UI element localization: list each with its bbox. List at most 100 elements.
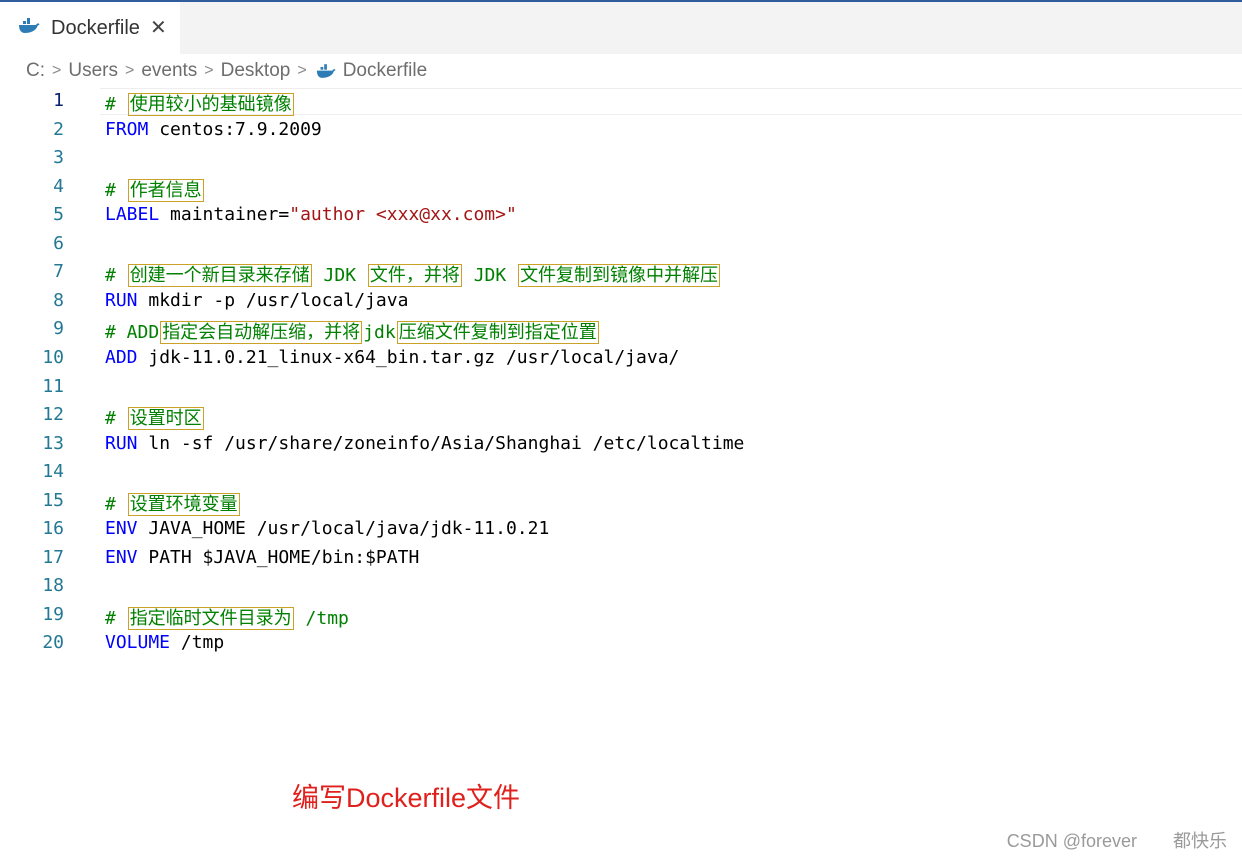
line-number: 1	[53, 90, 64, 111]
comment-token: 设置时区	[127, 407, 204, 431]
code-line[interactable]: 19 # 指定临时文件目录为 /tmp	[0, 601, 1242, 630]
line-number: 15	[42, 489, 64, 511]
code-line[interactable]: 11	[0, 373, 1242, 401]
text-token: ln -sf /usr/share/zoneinfo/Asia/Shanghai…	[137, 432, 745, 454]
comment-token: 指定会自动解压缩，并将	[160, 321, 363, 345]
line-number: 13	[42, 432, 64, 454]
line-number: 2	[53, 118, 64, 140]
code-text: FROM centos:7.9.2009	[105, 119, 322, 140]
breadcrumb-separator: >	[124, 62, 135, 79]
line-number: 20	[42, 632, 64, 654]
text-token: mkdir -p /usr/local/java	[137, 289, 409, 311]
breadcrumb-dockerfile[interactable]: Dockerfile	[343, 60, 427, 82]
breadcrumb-events[interactable]: events	[141, 60, 197, 82]
line-number: 14	[42, 461, 64, 483]
line-number: 9	[53, 318, 64, 340]
line-number: 3	[53, 147, 64, 169]
code-text: # 使用较小的基础镜像	[105, 90, 295, 116]
code-line[interactable]: 4 # 作者信息	[0, 173, 1242, 202]
code-line[interactable]: 1 # 使用较小的基础镜像	[0, 87, 1242, 116]
code-line[interactable]: 8 RUN mkdir -p /usr/local/java	[0, 287, 1242, 315]
comment-token: 文件，并将	[367, 264, 462, 288]
tab-label: Dockerfile	[51, 17, 140, 39]
line-number: 10	[42, 346, 64, 368]
editor-tab-bar: Dockerfile ✕	[0, 2, 1242, 54]
comment-token: jdk	[363, 322, 396, 344]
watermark: CSDN @forever 都快乐	[1006, 831, 1227, 851]
line-number: 19	[42, 603, 64, 625]
keyword-token: RUN	[105, 432, 138, 454]
close-tab-icon[interactable]: ✕	[150, 15, 167, 40]
code-line[interactable]: 20 VOLUME /tmp	[0, 629, 1242, 657]
code-line[interactable]: 10 ADD jdk-11.0.21_linux-x64_bin.tar.gz /…	[0, 344, 1242, 372]
code-text: ENV JAVA_HOME /usr/local/java/jdk-11.0.2…	[105, 518, 549, 539]
breadcrumb: C: > Users > events > Desktop > Dockerfi…	[0, 56, 1242, 86]
code-text: RUN mkdir -p /usr/local/java	[105, 290, 408, 311]
text-token: PATH $JAVA_HOME/bin:$PATH	[137, 546, 420, 568]
code-line[interactable]: 14	[0, 458, 1242, 486]
code-line[interactable]: 7 # 创建一个新目录来存储 JDK 文件，并将 JDK 文件复制到镜像中并解压	[0, 258, 1242, 288]
line-number: 5	[53, 204, 64, 226]
line-number: 4	[53, 175, 64, 197]
line-number: 12	[42, 404, 64, 426]
comment-token: 作者信息	[127, 178, 204, 202]
breadcrumb-separator: >	[52, 62, 62, 79]
code-line[interactable]: 15 # 设置环境变量	[0, 487, 1242, 516]
code-line[interactable]: 13 RUN ln -sf /usr/share/zoneinfo/Asia/Sh…	[0, 430, 1242, 458]
comment-token: /tmp	[294, 607, 349, 629]
keyword-token: FROM	[105, 118, 149, 140]
docker-whale-icon	[19, 18, 40, 33]
line-number: 8	[53, 289, 64, 311]
code-text: ADD jdk-11.0.21_linux-x64_bin.tar.gz /us…	[105, 347, 679, 368]
comment-token: #	[105, 493, 127, 515]
keyword-token: ENV	[105, 546, 138, 568]
comment-token: 创建一个新目录来存储	[127, 264, 312, 288]
code-text: # 作者信息	[105, 176, 205, 202]
comment-token: #	[105, 179, 127, 201]
code-line[interactable]: 6	[0, 230, 1242, 258]
code-text: # 设置环境变量	[105, 490, 241, 516]
comment-token: 使用较小的基础镜像	[127, 93, 294, 116]
comment-token: #	[105, 607, 127, 629]
code-text: ENV PATH $JAVA_HOME/bin:$PATH	[105, 547, 419, 568]
code-line[interactable]: 2 FROM centos:7.9.2009	[0, 116, 1242, 144]
code-text: RUN ln -sf /usr/share/zoneinfo/Asia/Shan…	[105, 433, 744, 454]
text-token: JAVA_HOME /usr/local/java/jdk-11.0.21	[137, 518, 550, 540]
annotation-caption: 编写Dockerfile文件	[292, 783, 521, 813]
code-text: VOLUME /tmp	[105, 632, 224, 653]
code-line[interactable]: 18	[0, 572, 1242, 600]
comment-token: JDK	[312, 265, 367, 287]
breadcrumb-desktop[interactable]: Desktop	[221, 60, 291, 82]
docker-whale-icon	[316, 63, 336, 78]
line-number: 11	[42, 375, 64, 397]
code-line[interactable]: 3	[0, 144, 1242, 172]
keyword-token: RUN	[105, 289, 138, 311]
breadcrumb-users[interactable]: Users	[68, 60, 118, 82]
string-token: "author <xxx@xx.com>"	[289, 204, 517, 226]
comment-token: JDK	[462, 265, 518, 287]
comment-token: 设置环境变量	[127, 492, 240, 516]
text-token: centos:7.9.2009	[148, 118, 322, 140]
code-line[interactable]: 16 ENV JAVA_HOME /usr/local/java/jdk-11.0…	[0, 515, 1242, 543]
breadcrumb-separator: >	[297, 62, 307, 79]
comment-token: #	[105, 265, 127, 287]
code-line[interactable]: 9 # ADD 指定会自动解压缩，并将 jdk 压缩文件复制到指定位置	[0, 315, 1242, 345]
code-text: # 创建一个新目录来存储 JDK 文件，并将 JDK 文件复制到镜像中并解压	[105, 261, 721, 288]
tab-dockerfile[interactable]: Dockerfile ✕	[0, 2, 180, 54]
text-token: maintainer=	[159, 204, 290, 226]
code-text: # 指定临时文件目录为 /tmp	[105, 604, 349, 630]
code-line[interactable]: 17 ENV PATH $JAVA_HOME/bin:$PATH	[0, 544, 1242, 572]
text-token: /tmp	[170, 632, 225, 654]
code-line[interactable]: 12 # 设置时区	[0, 401, 1242, 431]
line-number: 6	[53, 232, 64, 254]
line-number: 18	[42, 575, 64, 597]
comment-token: 指定临时文件目录为	[127, 606, 294, 630]
line-number: 7	[53, 261, 64, 283]
comment-token: #	[105, 94, 127, 115]
comment-token: 压缩文件复制到指定位置	[396, 321, 599, 345]
breadcrumb-separator: >	[204, 62, 214, 79]
code-editor[interactable]: 1 # 使用较小的基础镜像 2 FROM centos:7.9.2009 3 4 # 作者信…	[0, 87, 1242, 687]
keyword-token: ADD	[105, 346, 138, 368]
code-line[interactable]: 5 LABEL maintainer="author <xxx@xx.com>"	[0, 201, 1242, 229]
breadcrumb-drive[interactable]: C:	[26, 60, 45, 82]
